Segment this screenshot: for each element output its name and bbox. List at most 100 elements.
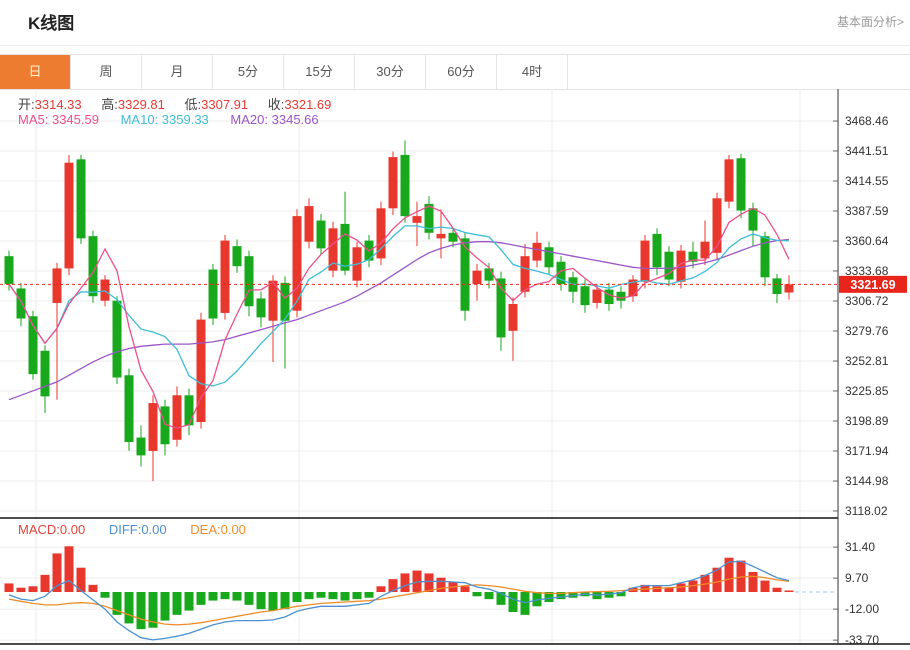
candle <box>773 278 782 294</box>
candle <box>737 158 746 210</box>
candle <box>5 256 14 284</box>
macd-bar <box>365 592 374 598</box>
chart-area: 3321.693468.463441.513414.553387.593360.… <box>0 89 910 646</box>
macd-bar <box>773 588 782 592</box>
y-axis-label: 3252.81 <box>845 354 889 368</box>
candle <box>653 234 662 267</box>
candle <box>389 157 398 208</box>
candle <box>617 292 626 301</box>
macd-bar <box>209 592 218 601</box>
tab-m30[interactable]: 30分 <box>355 55 426 89</box>
candle <box>725 159 734 201</box>
candle <box>185 395 194 425</box>
kline-page: K线图 基本面分析> 日周月5分15分30分60分4时 3321.693468.… <box>0 0 910 650</box>
macd-bar <box>293 592 302 602</box>
macd-y-axis-label: -33.70 <box>845 633 879 646</box>
macd-bar <box>185 592 194 611</box>
candle <box>305 206 314 242</box>
tab-h4[interactable]: 4时 <box>497 55 568 89</box>
header-divider <box>0 45 910 46</box>
macd-bar <box>437 578 446 592</box>
macd-bar <box>101 592 110 598</box>
y-axis-label: 3198.89 <box>845 414 889 428</box>
macd-bar <box>281 592 290 609</box>
macd-bar <box>245 592 254 605</box>
macd-bar <box>137 592 146 629</box>
macd-y-axis-label: 9.70 <box>845 571 869 585</box>
candle <box>593 290 602 303</box>
macd-bar <box>305 592 314 599</box>
timeframe-tabs: 日周月5分15分30分60分4时 <box>0 54 910 90</box>
y-axis-label: 3387.59 <box>845 204 889 218</box>
y-axis-label: 3144.98 <box>845 474 889 488</box>
ma10-line <box>9 226 789 386</box>
macd-bar <box>377 586 386 592</box>
y-axis-label: 3414.55 <box>845 174 889 188</box>
candle <box>473 271 482 284</box>
macd-bar <box>485 592 494 599</box>
y-axis-label: 3171.94 <box>845 444 889 458</box>
candle <box>521 256 530 292</box>
macd-bar <box>269 592 278 611</box>
candle <box>17 288 26 318</box>
candle <box>413 216 422 223</box>
candle <box>641 241 650 282</box>
fundamental-analysis-link[interactable]: 基本面分析> <box>837 13 904 30</box>
candle <box>257 298 266 317</box>
candle <box>713 198 722 253</box>
y-axis-label: 3279.76 <box>845 324 889 338</box>
candle <box>101 280 110 301</box>
macd-bar <box>221 592 230 599</box>
macd-bar <box>125 592 134 623</box>
macd-bar <box>401 573 410 592</box>
y-axis-label: 3441.51 <box>845 144 889 158</box>
candle <box>77 159 86 238</box>
macd-bar <box>89 585 98 592</box>
macd-y-axis-label: 31.40 <box>845 540 875 554</box>
y-axis-label: 3468.46 <box>845 114 889 128</box>
candle <box>605 290 614 304</box>
tab-week[interactable]: 周 <box>71 55 142 89</box>
macd-bar <box>197 592 206 605</box>
macd-bar <box>5 583 14 592</box>
candle <box>341 224 350 271</box>
macd-bar <box>749 572 758 592</box>
candle <box>533 243 542 261</box>
y-axis-label: 3360.64 <box>845 234 889 248</box>
tab-month[interactable]: 月 <box>142 55 213 89</box>
macd-bar <box>317 592 326 598</box>
macd-bar <box>509 592 518 612</box>
tab-m5[interactable]: 5分 <box>213 55 284 89</box>
candle <box>233 246 242 266</box>
candle <box>785 284 794 292</box>
candle <box>545 247 554 267</box>
candle <box>245 256 254 306</box>
macd-bar <box>17 588 26 592</box>
tab-m15[interactable]: 15分 <box>284 55 355 89</box>
page-title: K线图 <box>28 9 74 34</box>
candle <box>209 270 218 319</box>
kline-chart-svg[interactable]: 3321.693468.463441.513414.553387.593360.… <box>0 89 910 646</box>
macd-bar <box>353 592 362 599</box>
macd-bar <box>461 586 470 592</box>
candle <box>401 155 410 216</box>
candle <box>65 163 74 269</box>
macd-bar <box>257 592 266 609</box>
candle <box>437 234 446 238</box>
y-axis-label: 3306.72 <box>845 294 889 308</box>
page-header: K线图 基本面分析> <box>0 0 910 45</box>
candle <box>137 438 146 456</box>
y-axis-label: 3118.02 <box>845 504 888 518</box>
candle <box>41 351 50 397</box>
candle <box>485 268 494 280</box>
tab-day[interactable]: 日 <box>0 55 71 89</box>
macd-bar <box>785 591 794 593</box>
macd-bar <box>233 592 242 601</box>
y-axis-label: 3225.85 <box>845 384 889 398</box>
macd-bar <box>29 586 38 592</box>
macd-bar <box>65 546 74 592</box>
tab-m60[interactable]: 60分 <box>426 55 497 89</box>
candle <box>317 221 326 249</box>
candle <box>173 395 182 440</box>
macd-bar <box>161 592 170 621</box>
